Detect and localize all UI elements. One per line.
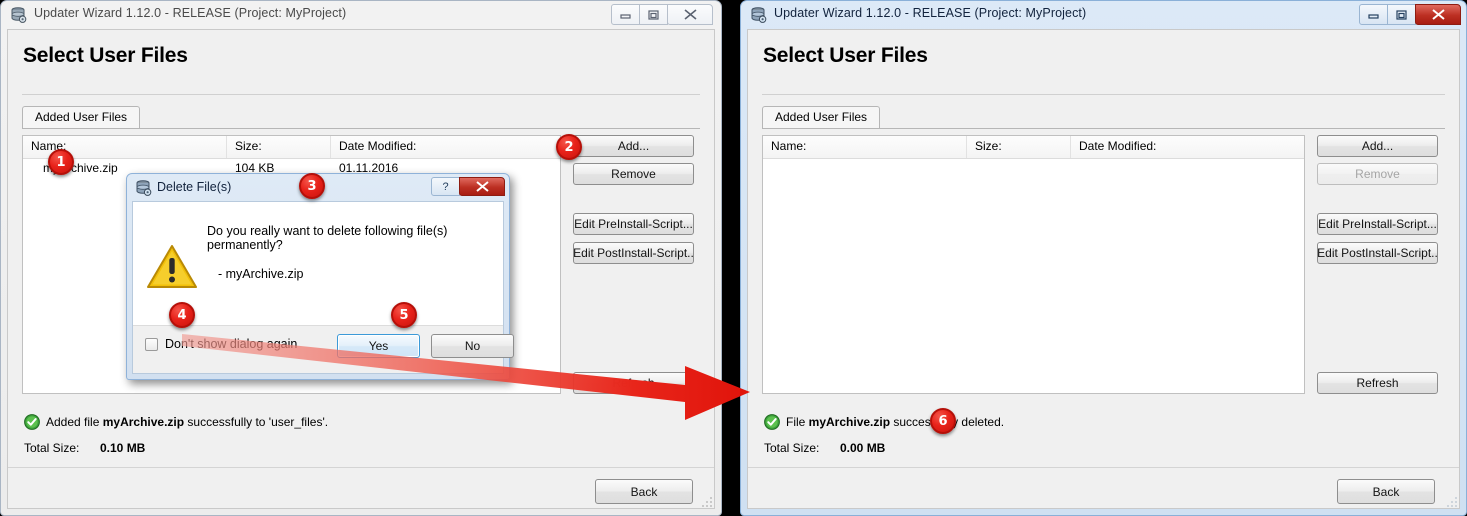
header-divider-left <box>22 94 700 95</box>
total-size-value: 0.00 MB <box>840 441 886 455</box>
status-filename: myArchive.zip <box>102 415 185 429</box>
status-prefix: Added file <box>46 415 103 429</box>
tab-added-user-files[interactable]: Added User Files <box>762 106 881 128</box>
status-filename: myArchive.zip <box>808 415 891 429</box>
annotation-badge-3: 3 <box>299 173 325 199</box>
close-icon[interactable] <box>459 177 505 196</box>
tab-added-user-files[interactable]: Added User Files <box>22 106 141 128</box>
file-listview-right[interactable]: Name: Size: Date Modified: <box>762 135 1305 394</box>
footer-divider-left <box>8 467 714 468</box>
help-icon[interactable]: ? <box>431 177 460 196</box>
minimize-icon[interactable] <box>1359 4 1388 25</box>
no-button[interactable]: No <box>431 334 514 358</box>
remove-button[interactable]: Remove <box>573 163 694 185</box>
window-controls-left[interactable] <box>611 4 713 25</box>
total-size-label: Total Size: <box>24 441 80 455</box>
edit-postinstall-script-button[interactable]: Edit PostInstall-Script.. <box>573 242 694 264</box>
window-controls-right[interactable] <box>1359 4 1461 25</box>
annotation-badge-2: 2 <box>556 134 582 160</box>
success-check-icon <box>764 414 780 430</box>
annotation-badge-5: 5 <box>391 302 417 328</box>
column-header-date-modified[interactable]: Date Modified: <box>331 136 560 158</box>
dialog-title: Delete File(s) <box>157 180 232 194</box>
status-suffix: successfully to 'user_files'. <box>184 415 329 429</box>
maximize-icon[interactable] <box>1387 4 1416 25</box>
add-button[interactable]: Add... <box>1317 135 1438 157</box>
side-button-panel-right: Add... Remove Edit PreInstall-Script... … <box>1317 135 1442 394</box>
window-title-left: Updater Wizard 1.12.0 - RELEASE (Project… <box>34 6 347 20</box>
edit-preinstall-script-button[interactable]: Edit PreInstall-Script... <box>573 213 694 235</box>
dont-show-dialog-again-checkbox[interactable]: Don't show dialog again <box>145 337 297 351</box>
refresh-button[interactable]: Refresh <box>573 372 694 394</box>
total-size-value: 0.10 MB <box>100 441 146 455</box>
column-header-date-modified[interactable]: Date Modified: <box>1071 136 1304 158</box>
dialog-footer: Don't show dialog again Yes No <box>133 325 514 373</box>
titlebar-left[interactable]: Updater Wizard 1.12.0 - RELEASE (Project… <box>1 1 721 29</box>
back-button[interactable]: Back <box>595 479 693 504</box>
database-updater-icon <box>135 180 152 196</box>
page-title-left: Select User Files <box>23 44 188 67</box>
success-check-icon <box>24 414 40 430</box>
total-size-label: Total Size: <box>764 441 820 455</box>
annotation-badge-1: 1 <box>48 149 74 175</box>
header-divider-right <box>762 94 1445 95</box>
tabpanel-right: Name: Size: Date Modified: Add... Remove… <box>748 127 1459 508</box>
back-button[interactable]: Back <box>1337 479 1435 504</box>
close-icon[interactable] <box>1415 4 1461 25</box>
refresh-button[interactable]: Refresh <box>1317 372 1438 394</box>
column-header-size[interactable]: Size: <box>967 136 1071 158</box>
checkbox-box[interactable] <box>145 337 158 351</box>
dialog-file-item: - myArchive.zip <box>218 267 304 281</box>
database-updater-icon <box>750 7 767 23</box>
tabstrip-right: Added User Files <box>762 106 1445 129</box>
remove-button: Remove <box>1317 163 1438 185</box>
window-right[interactable]: Updater Wizard 1.12.0 - RELEASE (Project… <box>740 0 1467 516</box>
database-updater-icon <box>10 7 27 23</box>
minimize-icon[interactable] <box>611 4 640 25</box>
add-button[interactable]: Add... <box>573 135 694 157</box>
dialog-question-text: Do you really want to delete following f… <box>207 224 448 252</box>
column-header-size[interactable]: Size: <box>227 136 331 158</box>
annotation-badge-4: 4 <box>169 302 195 328</box>
side-button-panel-left: Add... Remove Edit PreInstall-Script... … <box>573 135 698 394</box>
page-title-right: Select User Files <box>763 44 928 67</box>
dialog-window-controls[interactable]: ? <box>431 177 505 196</box>
annotation-badge-6: 6 <box>930 408 956 434</box>
dialog-body: Do you really want to delete following f… <box>132 201 514 374</box>
warning-triangle-icon <box>146 244 198 290</box>
footer-divider-right <box>748 467 1459 468</box>
checkbox-label: Don't show dialog again <box>165 337 298 351</box>
edit-preinstall-script-button[interactable]: Edit PreInstall-Script... <box>1317 213 1438 235</box>
status-prefix: File <box>786 415 809 429</box>
resize-grip-left[interactable] <box>702 497 714 509</box>
yes-button[interactable]: Yes <box>337 334 420 358</box>
window-title-right: Updater Wizard 1.12.0 - RELEASE (Project… <box>774 6 1087 20</box>
edit-postinstall-script-button[interactable]: Edit PostInstall-Script.. <box>1317 242 1438 264</box>
column-header-name[interactable]: Name: <box>763 136 967 158</box>
delete-files-dialog[interactable]: Delete File(s) ? Do you really want to d… <box>126 173 514 380</box>
status-message-right: File myArchive.zip successfully deleted. <box>786 415 1004 429</box>
listview-header-right: Name: Size: Date Modified: <box>763 136 1304 159</box>
listview-header-left: Name: Size: Date Modified: <box>23 136 560 159</box>
resize-grip-right[interactable] <box>1447 497 1459 509</box>
tabstrip-left: Added User Files <box>22 106 700 129</box>
client-area-right: Select User Files Added User Files Name:… <box>747 29 1460 509</box>
close-icon[interactable] <box>667 4 713 25</box>
maximize-icon[interactable] <box>639 4 668 25</box>
status-message-left: Added file myArchive.zip successfully to… <box>46 415 328 429</box>
titlebar-right[interactable]: Updater Wizard 1.12.0 - RELEASE (Project… <box>741 1 1466 29</box>
